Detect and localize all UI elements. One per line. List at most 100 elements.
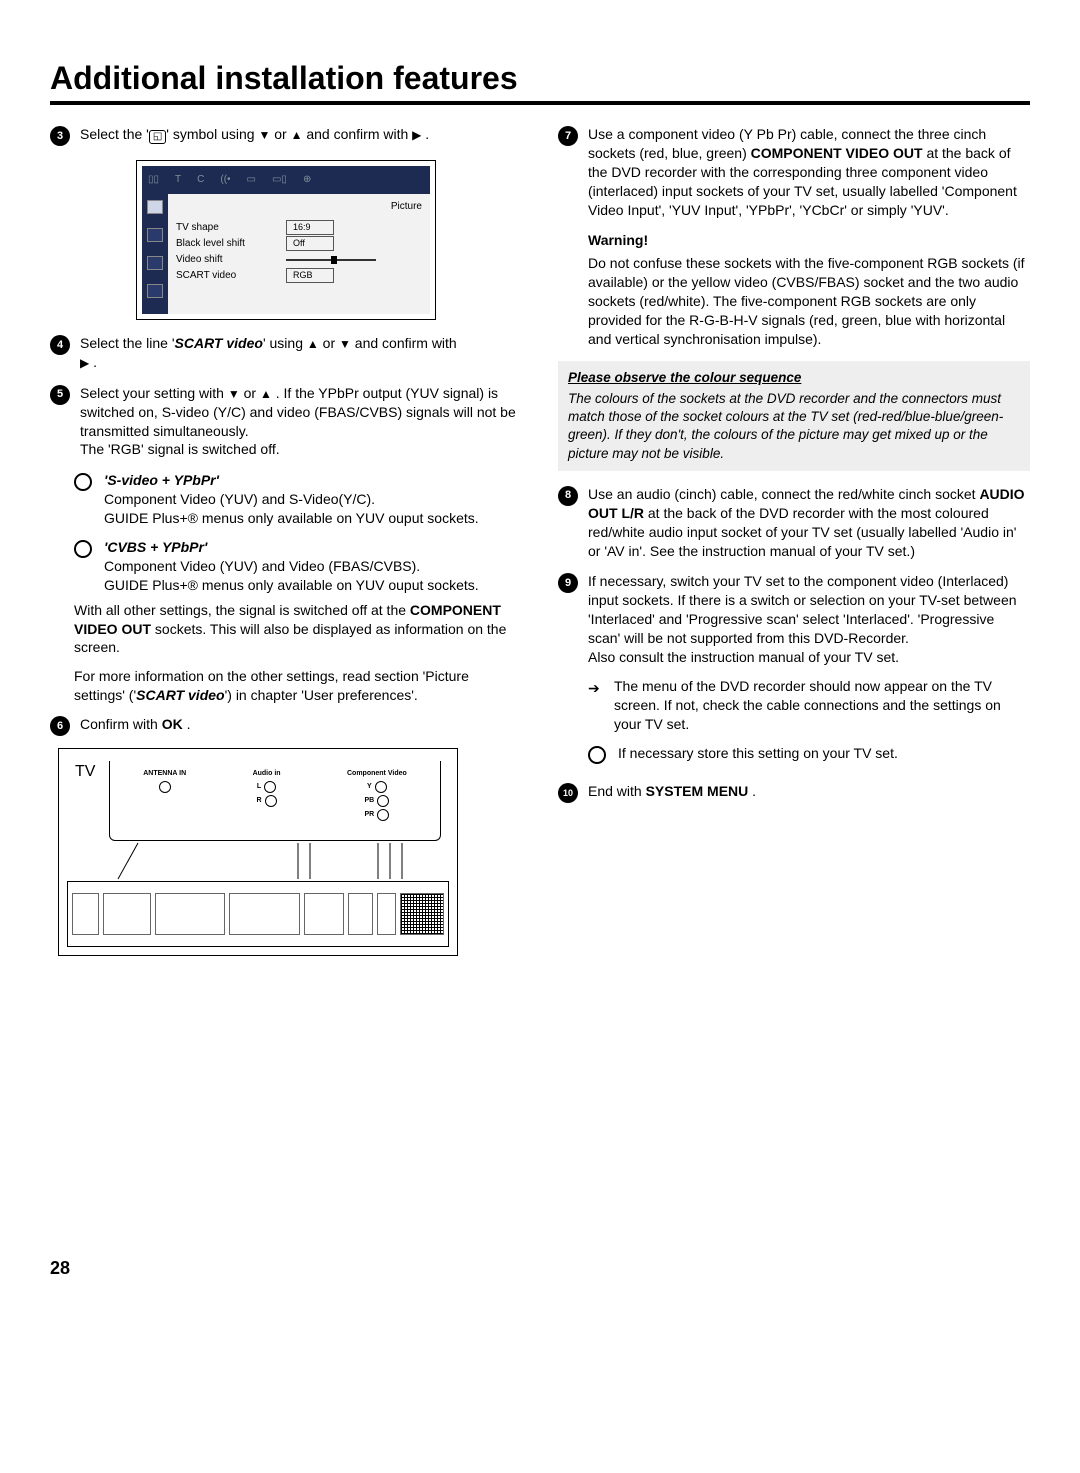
- osd-tabs: ▯▯ T C ((• ▭ ▭▯ ⊕: [142, 166, 430, 194]
- opt1-title: S-video + YPbPr: [107, 472, 215, 488]
- osd-row-value: Off: [286, 236, 334, 250]
- sound-icon: [147, 228, 163, 242]
- option-cvbs: 'CVBS + YPbPr' Component Video (YUV) and…: [74, 538, 522, 595]
- osd-row-label: SCART video: [176, 269, 286, 283]
- text: End with: [588, 783, 646, 799]
- system-menu-label: SYSTEM MENU: [646, 783, 749, 799]
- left-column: 3 Select the '◱' symbol using ▼ or ▲ and…: [50, 125, 522, 1280]
- step3-text-b: ' symbol using: [166, 126, 258, 142]
- text: Use an audio (cinch) cable, connect the …: [588, 486, 979, 502]
- sub-circle-item: If necessary store this setting on your …: [588, 744, 1030, 764]
- audio-in-label: Audio in: [253, 769, 281, 778]
- up-arrow-icon: ▲: [291, 127, 303, 143]
- dvd-port: [377, 893, 396, 935]
- step-number-6: 6: [50, 716, 70, 736]
- text: .: [748, 783, 756, 799]
- step-number-8: 8: [558, 486, 578, 506]
- dvd-port: [103, 893, 151, 935]
- step5-text-a: Select your setting with: [80, 385, 228, 401]
- picture-icon: [147, 200, 163, 214]
- osd-row-label: TV shape: [176, 221, 286, 235]
- circle-bullet-icon: [74, 473, 92, 491]
- page-title: Additional installation features: [50, 60, 1030, 97]
- down-arrow-icon: ▼: [339, 336, 351, 352]
- page-number: 28: [50, 1256, 522, 1280]
- step3-text-c: and confirm with: [306, 126, 412, 142]
- video-port-icon: [375, 781, 387, 793]
- warning-text: Do not confuse these sockets with the fi…: [588, 254, 1030, 348]
- osd-row-label: Video shift: [176, 253, 286, 267]
- text: If necessary store this setting on your …: [618, 744, 898, 764]
- right-arrow-icon: ▶: [80, 355, 89, 371]
- colour-sequence-note: Please observe the colour sequence The c…: [558, 361, 1030, 471]
- step3-text-a: Select the ': [80, 126, 149, 142]
- pb-label: PB: [365, 796, 375, 805]
- component-video-out-label: COMPONENT VIDEO OUT: [751, 145, 923, 161]
- arrow-bullet-icon: ➔: [588, 679, 602, 734]
- step-9: 9 If necessary, switch your TV set to th…: [558, 572, 1030, 769]
- step4-text-d: and confirm with: [351, 335, 457, 351]
- title-rule: [50, 101, 1030, 105]
- step4-text-b: ' using: [263, 335, 307, 351]
- ok-label: OK: [162, 716, 183, 732]
- osd-tab: C: [197, 173, 204, 187]
- step4-text-c: or: [319, 335, 339, 351]
- text: The menu of the DVD recorder should now …: [614, 677, 1030, 734]
- dvd-scart-port: [155, 893, 226, 935]
- step5-text-d: The 'RGB' signal is switched off.: [80, 441, 280, 457]
- up-arrow-icon: ▲: [307, 336, 319, 352]
- step4-text-a: Select the line ': [80, 335, 175, 351]
- opt2-line2: GUIDE Plus+® menus only available on YUV…: [104, 577, 479, 593]
- pr-label: PR: [365, 810, 375, 819]
- step-number-9: 9: [558, 573, 578, 593]
- audio-r-label: R: [257, 796, 262, 805]
- osd-row-label: Black level shift: [176, 237, 286, 251]
- step-3: 3 Select the '◱' symbol using ▼ or ▲ and…: [50, 125, 522, 146]
- text: With all other settings, the signal is s…: [74, 602, 410, 618]
- para-component-out: With all other settings, the signal is s…: [74, 601, 522, 658]
- cable-lines: [67, 841, 449, 881]
- dvd-port: [304, 893, 344, 935]
- step-10: 10 End with SYSTEM MENU .: [558, 782, 1030, 803]
- circle-bullet-icon: [74, 540, 92, 558]
- note-body: The colours of the sockets at the DVD re…: [568, 391, 1003, 461]
- dvd-vent: [400, 893, 444, 935]
- text: If necessary, switch your TV set to the …: [588, 573, 1017, 646]
- osd-tab: T: [175, 173, 181, 187]
- osd-slider: [286, 259, 376, 261]
- dvd-port: [72, 893, 99, 935]
- video-port-icon: [377, 795, 389, 807]
- step-4: 4 Select the line 'SCART video' using ▲ …: [50, 334, 522, 372]
- y-label: Y: [367, 782, 372, 791]
- text: Also consult the instruction manual of y…: [588, 649, 899, 665]
- step-number-5: 5: [50, 385, 70, 405]
- antenna-in-label: ANTENNA IN: [143, 769, 186, 778]
- dvd-back-panel: [67, 881, 449, 947]
- up-arrow-icon: ▲: [260, 386, 272, 402]
- step-6: 6 Confirm with OK .: [50, 715, 522, 736]
- down-arrow-icon: ▼: [258, 127, 270, 143]
- text: ') in chapter 'User preferences'.: [225, 687, 418, 703]
- opt2-line1: Component Video (YUV) and Video (FBAS/CV…: [104, 558, 420, 574]
- osd-row-value: RGB: [286, 268, 334, 282]
- step-8: 8 Use an audio (cinch) cable, connect th…: [558, 485, 1030, 561]
- osd-sidebar: [142, 194, 168, 314]
- opt1-line2: GUIDE Plus+® menus only available on YUV…: [104, 510, 479, 526]
- step-number-3: 3: [50, 126, 70, 146]
- warning-title: Warning!: [588, 231, 1030, 250]
- tv-label: TV: [75, 761, 109, 841]
- step-7: 7 Use a component video (Y Pb Pr) cable,…: [558, 125, 1030, 349]
- audio-l-label: L: [257, 782, 261, 791]
- option-svideo: 'S-video + YPbPr' Component Video (YUV) …: [74, 471, 522, 528]
- osd-heading: Picture: [176, 200, 422, 214]
- opt1-line1: Component Video (YUV) and S-Video(Y/C).: [104, 491, 375, 507]
- osd-screenshot: ▯▯ T C ((• ▭ ▭▯ ⊕ Picture TV shape16:9: [136, 160, 436, 320]
- osd-row-value: 16:9: [286, 220, 334, 234]
- audio-port-icon: [265, 795, 277, 807]
- step-number-10: 10: [558, 783, 578, 803]
- text: .: [183, 716, 191, 732]
- right-arrow-icon: ▶: [412, 127, 421, 143]
- note-head: Please observe the colour sequence: [568, 369, 1020, 387]
- down-arrow-icon: ▼: [228, 386, 240, 402]
- scart-video-label: SCART video: [175, 335, 263, 351]
